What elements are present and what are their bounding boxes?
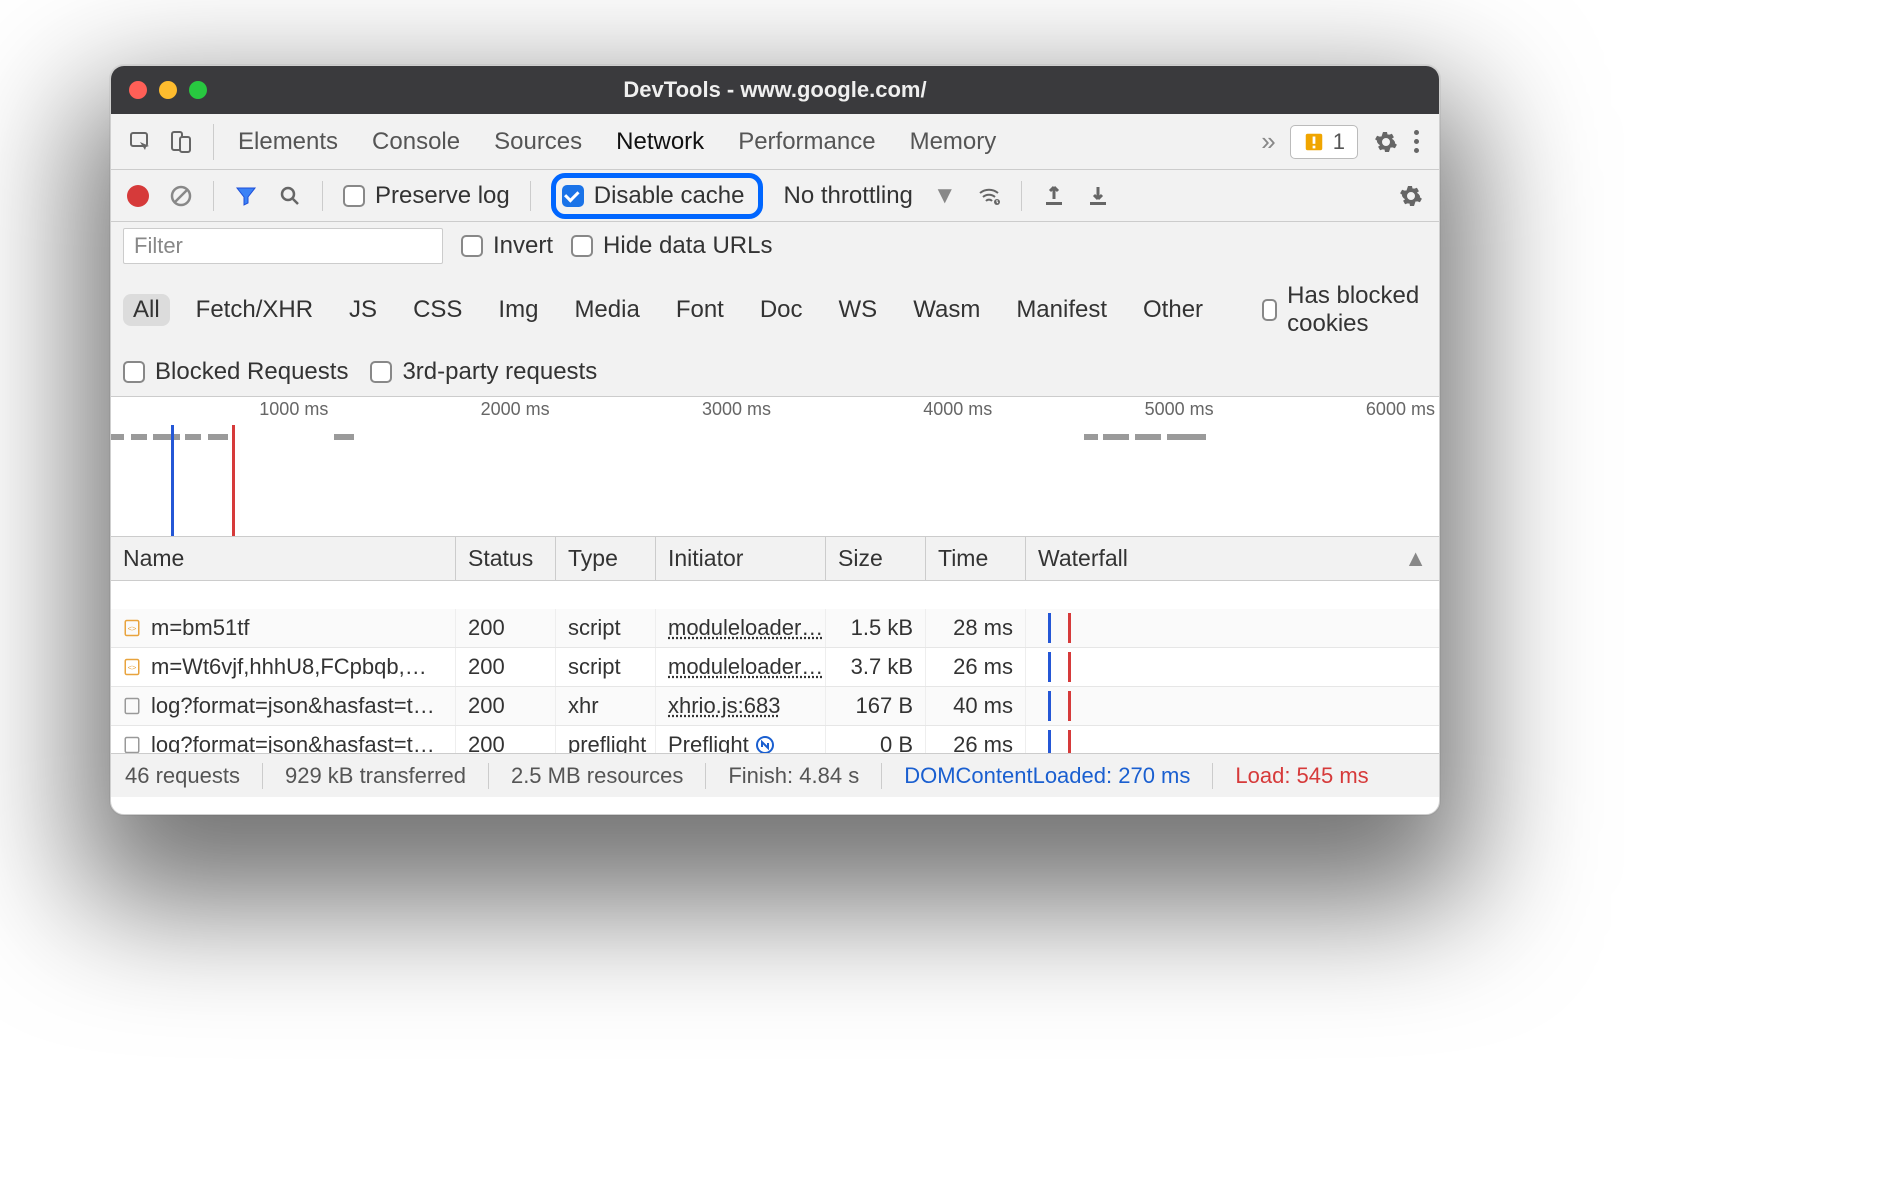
filter-type-css[interactable]: CSS xyxy=(403,294,472,326)
load-marker xyxy=(232,425,235,536)
preflight-icon xyxy=(755,735,775,753)
divider xyxy=(213,124,214,160)
filter-type-doc[interactable]: Doc xyxy=(750,294,813,326)
filter-type-other[interactable]: Other xyxy=(1133,294,1213,326)
col-waterfall[interactable]: Waterfall ▲ xyxy=(1026,537,1439,580)
network-conditions-icon[interactable] xyxy=(977,184,1001,208)
filter-icon[interactable] xyxy=(234,184,258,208)
dcl-marker xyxy=(171,425,174,536)
col-type[interactable]: Type xyxy=(556,537,656,580)
network-settings-gear-icon[interactable] xyxy=(1399,184,1423,208)
more-tabs-button[interactable]: » xyxy=(1247,126,1289,157)
inspect-element-icon[interactable] xyxy=(129,130,153,154)
third-party-requests-checkbox[interactable]: 3rd-party requests xyxy=(370,358,597,386)
table-row[interactable]: <>m=Wt6vjf,hhhU8,FCpbqb,…200scriptmodule… xyxy=(111,648,1439,687)
divider xyxy=(1021,181,1022,211)
script-file-icon: <> xyxy=(123,656,141,678)
window-title: DevTools - www.google.com/ xyxy=(111,77,1439,103)
record-button[interactable] xyxy=(127,185,149,207)
blocked-requests-checkbox[interactable]: Blocked Requests xyxy=(123,358,348,386)
more-options-icon[interactable] xyxy=(1414,130,1419,153)
issues-count: 1 xyxy=(1333,129,1345,155)
col-initiator[interactable]: Initiator xyxy=(656,537,826,580)
device-toolbar-icon[interactable] xyxy=(169,130,193,154)
devtools-window: DevTools - www.google.com/ Elements Conso… xyxy=(110,65,1440,815)
table-row[interactable]: <>m=bm51tf200scriptmoduleloader…1.5 kB28… xyxy=(111,609,1439,648)
has-blocked-cookies-checkbox[interactable]: Has blocked cookies xyxy=(1262,282,1425,338)
stat-resources: 2.5 MB resources xyxy=(511,763,683,789)
resource-type-filters: All Fetch/XHR JS CSS Img Media Font Doc WS Wasm Ma… xyxy=(123,278,1425,340)
col-time[interactable]: Time xyxy=(926,537,1026,580)
overview-timeline[interactable]: 1000 ms2000 ms3000 ms4000 ms5000 ms6000 … xyxy=(111,397,1439,537)
import-har-icon[interactable] xyxy=(1042,184,1066,208)
stat-finish: Finish: 4.84 s xyxy=(728,763,859,789)
col-status[interactable]: Status xyxy=(456,537,556,580)
stat-load: Load: 545 ms xyxy=(1235,763,1368,789)
clear-icon[interactable] xyxy=(169,184,193,208)
search-icon[interactable] xyxy=(278,184,302,208)
export-har-icon[interactable] xyxy=(1086,184,1110,208)
tab-sources[interactable]: Sources xyxy=(494,128,582,156)
script-file-icon: <> xyxy=(123,617,141,639)
divider xyxy=(213,181,214,211)
filter-type-wasm[interactable]: Wasm xyxy=(903,294,990,326)
stat-requests: 46 requests xyxy=(125,763,240,789)
tab-console[interactable]: Console xyxy=(372,128,460,156)
statusbar: 46 requests 929 kB transferred 2.5 MB re… xyxy=(111,753,1439,797)
filter-type-js[interactable]: JS xyxy=(339,294,387,326)
svg-text:<>: <> xyxy=(128,624,137,633)
issues-badge[interactable]: 1 xyxy=(1290,125,1358,159)
preserve-log-label: Preserve log xyxy=(375,182,510,210)
preserve-log-checkbox[interactable]: Preserve log xyxy=(343,182,510,210)
network-toolbar: Preserve log Disable cache No throttling… xyxy=(111,170,1439,222)
divider xyxy=(530,181,531,211)
filter-type-fetchxhr[interactable]: Fetch/XHR xyxy=(186,294,323,326)
document-file-icon xyxy=(123,695,141,717)
initiator-link[interactable]: moduleloader… xyxy=(668,615,823,641)
hide-data-urls-label: Hide data URLs xyxy=(603,232,772,260)
panel-tabstrip: Elements Console Sources Network Performance… xyxy=(111,114,1439,170)
disable-cache-label: Disable cache xyxy=(594,182,745,210)
filter-type-img[interactable]: Img xyxy=(488,294,548,326)
table-row[interactable]: log?format=json&hasfast=t…200xhrxhrio.js… xyxy=(111,687,1439,726)
hide-data-urls-checkbox[interactable]: Hide data URLs xyxy=(571,232,772,260)
settings-gear-icon[interactable] xyxy=(1374,130,1398,154)
filter-placeholder: Filter xyxy=(134,233,183,259)
invert-label: Invert xyxy=(493,232,553,260)
filter-type-font[interactable]: Font xyxy=(666,294,734,326)
filter-type-all[interactable]: All xyxy=(123,294,170,326)
initiator-link[interactable]: xhrio.js:683 xyxy=(668,693,781,719)
stat-transferred: 929 kB transferred xyxy=(285,763,466,789)
tab-network[interactable]: Network xyxy=(616,128,704,156)
col-name[interactable]: Name xyxy=(111,537,456,580)
sort-arrow-icon: ▲ xyxy=(1404,545,1427,572)
stat-dcl: DOMContentLoaded: 270 ms xyxy=(904,763,1190,789)
tab-performance[interactable]: Performance xyxy=(738,128,875,156)
filter-input[interactable]: Filter xyxy=(123,228,443,264)
disable-cache-checkbox[interactable]: Disable cache xyxy=(562,182,745,210)
disable-cache-highlight: Disable cache xyxy=(551,173,764,219)
filter-type-media[interactable]: Media xyxy=(564,294,649,326)
document-file-icon xyxy=(123,734,141,753)
col-size[interactable]: Size xyxy=(826,537,926,580)
dropdown-arrow-icon: ▼ xyxy=(933,182,957,210)
table-row[interactable]: log?format=json&hasfast=t…200preflightPr… xyxy=(111,726,1439,753)
svg-text:<>: <> xyxy=(128,663,137,672)
filter-bar: Filter Invert Hide data URLs All Fetch/XH… xyxy=(111,222,1439,397)
request-table: <>m=bm51tf200scriptmoduleloader…1.5 kB28… xyxy=(111,581,1439,753)
throttling-value: No throttling xyxy=(783,182,912,210)
tab-memory[interactable]: Memory xyxy=(910,128,997,156)
titlebar: DevTools - www.google.com/ xyxy=(111,66,1439,114)
tab-elements[interactable]: Elements xyxy=(238,128,338,156)
divider xyxy=(322,181,323,211)
initiator-link[interactable]: moduleloader… xyxy=(668,654,823,680)
filter-type-ws[interactable]: WS xyxy=(829,294,888,326)
throttling-select[interactable]: No throttling ▼ xyxy=(783,182,956,210)
filter-type-manifest[interactable]: Manifest xyxy=(1006,294,1117,326)
table-header: Name Status Type Initiator Size Time Wat… xyxy=(111,537,1439,581)
invert-checkbox[interactable]: Invert xyxy=(461,232,553,260)
